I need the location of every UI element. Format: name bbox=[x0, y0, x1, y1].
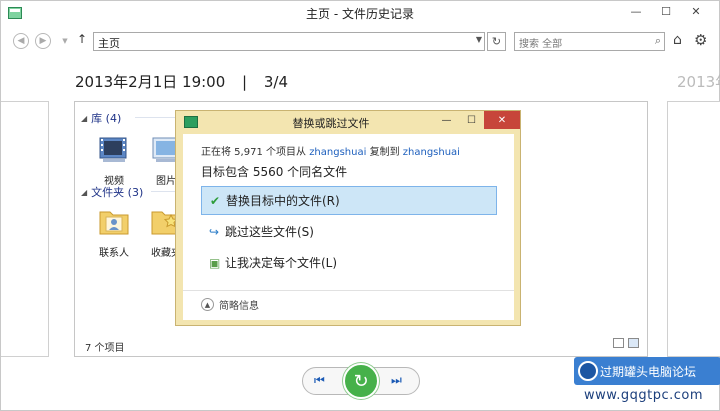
previous-snapshot-panel[interactable] bbox=[1, 101, 49, 357]
option-replace-files[interactable]: ✔ 替换目标中的文件(R) bbox=[201, 186, 497, 215]
snapshot-date-header: 2013年2月1日 19:00 | 3/4 bbox=[75, 71, 288, 92]
home-icon[interactable]: ⌂ bbox=[673, 32, 682, 48]
file-history-window: 主页 - 文件历史记录 — ☐ ✕ ◀ ▶ ▼ ↑ 主页 ▼ ↻ 搜索 全部 ⌕… bbox=[0, 0, 720, 411]
window-title: 主页 - 文件历史记录 bbox=[306, 7, 414, 21]
check-icon: ✔ bbox=[210, 193, 221, 208]
restore-button[interactable]: ↻ bbox=[343, 363, 379, 399]
watermark-banner: 过期罐头电脑论坛 bbox=[574, 357, 720, 385]
close-button[interactable]: ✕ bbox=[681, 1, 711, 21]
details-label: 简略信息 bbox=[219, 301, 259, 312]
folder-group-header[interactable]: ◢ 文件夹 (3) bbox=[81, 184, 143, 200]
toolbar: ◀ ▶ ▼ ↑ 主页 ▼ ↻ 搜索 全部 ⌕ ⌂ ⚙ bbox=[1, 29, 719, 53]
library-group-header[interactable]: ◢ 库 (4) bbox=[81, 110, 121, 126]
window-controls: — ☐ ✕ bbox=[621, 1, 711, 21]
chevron-down-icon: ◢ bbox=[81, 113, 88, 123]
group-divider bbox=[151, 191, 175, 192]
forward-button[interactable]: ▶ bbox=[35, 33, 51, 49]
up-button[interactable]: ↑ bbox=[77, 32, 87, 46]
dialog-close-button[interactable]: ✕ bbox=[484, 111, 520, 129]
item-label: 联系人 bbox=[99, 248, 129, 259]
chevron-up-icon: ▲ bbox=[201, 298, 214, 311]
chevron-down-icon[interactable]: ▼ bbox=[476, 35, 482, 44]
dialog-minimize-button[interactable]: — bbox=[434, 111, 459, 129]
large-icons-view-icon[interactable] bbox=[628, 338, 639, 348]
next-snapshot-panel[interactable] bbox=[667, 101, 720, 357]
item-count-status: 7 个项目 bbox=[85, 343, 125, 354]
watermark-site-name: 过期罐头电脑论坛 bbox=[600, 364, 697, 379]
restore-icon: ↻ bbox=[353, 370, 369, 392]
back-button[interactable]: ◀ bbox=[13, 33, 29, 49]
snapshot-date: 2013年2月1日 19:00 bbox=[75, 73, 226, 91]
skip-icon: ↪ bbox=[209, 224, 220, 239]
recent-locations-button[interactable]: ▼ bbox=[57, 33, 73, 49]
chevron-down-icon: ▼ bbox=[62, 37, 68, 45]
address-text: 主页 bbox=[98, 37, 120, 50]
refresh-button[interactable]: ↻ bbox=[487, 32, 506, 51]
next-version-button[interactable]: ⏭ bbox=[391, 373, 402, 388]
site-logo-icon bbox=[578, 361, 598, 381]
folder-item-contacts[interactable]: 联系人 bbox=[91, 204, 137, 259]
option-label: 跳过这些文件(S) bbox=[225, 225, 314, 239]
watermark-url: www.gqgtpc.com bbox=[584, 388, 703, 403]
video-library-icon bbox=[99, 137, 127, 162]
option-label: 替换目标中的文件(R) bbox=[226, 194, 340, 208]
replace-or-skip-dialog: 替换或跳过文件 — ☐ ✕ 正在将 5,971 个项目从 zhangshuai … bbox=[175, 110, 521, 326]
duplicate-count-text: 目标包含 5560 个同名文件 bbox=[201, 165, 348, 179]
copy-prefix: 正在将 5,971 个项目从 bbox=[201, 147, 306, 158]
previous-version-button[interactable]: ⏮ bbox=[314, 373, 325, 388]
decide-icon: ▣ bbox=[209, 255, 221, 270]
library-item-videos[interactable]: 视频 bbox=[91, 132, 137, 187]
view-toggle-group bbox=[613, 338, 639, 348]
dialog-maximize-button[interactable]: ☐ bbox=[459, 111, 484, 129]
header-separator: | bbox=[242, 73, 248, 91]
group-divider bbox=[135, 117, 175, 118]
address-bar[interactable]: 主页 ▼ bbox=[93, 32, 485, 51]
details-view-icon[interactable] bbox=[613, 338, 624, 348]
snapshot-page-indicator: 3/4 bbox=[263, 73, 289, 91]
contacts-folder-icon bbox=[99, 211, 129, 235]
dialog-body: 正在将 5,971 个项目从 zhangshuai 复制到 zhangshuai… bbox=[183, 134, 514, 320]
forward-arrow-icon: ▶ bbox=[39, 36, 47, 46]
skip-previous-icon: ⏮ bbox=[314, 373, 325, 387]
next-snapshot-date: 2013年 bbox=[677, 73, 720, 91]
copy-mid: 复制到 bbox=[369, 147, 400, 158]
gear-icon[interactable]: ⚙ bbox=[694, 31, 707, 49]
option-skip-files[interactable]: ↪ 跳过这些文件(S) bbox=[201, 217, 497, 246]
option-label: 让我决定每个文件(L) bbox=[225, 256, 338, 270]
minimize-button[interactable]: — bbox=[621, 1, 651, 21]
up-arrow-icon: ↑ bbox=[77, 32, 88, 46]
dialog-title-bar: 替换或跳过文件 — ☐ ✕ bbox=[176, 111, 520, 133]
option-decide-each[interactable]: ▣ 让我决定每个文件(L) bbox=[201, 248, 497, 277]
title-bar: 主页 - 文件历史记录 — ☐ ✕ bbox=[1, 1, 719, 25]
copy-progress-text: 正在将 5,971 个项目从 zhangshuai 复制到 zhangshuai bbox=[201, 143, 460, 158]
folder-group-label: 文件夹 (3) bbox=[91, 186, 144, 199]
fewer-details-toggle[interactable]: ▲ 简略信息 bbox=[201, 297, 259, 312]
dialog-window-controls: — ☐ ✕ bbox=[434, 111, 520, 129]
copy-source-link[interactable]: zhangshuai bbox=[309, 147, 366, 158]
dialog-divider bbox=[183, 290, 514, 291]
search-input[interactable]: 搜索 全部 ⌕ bbox=[514, 32, 665, 51]
chevron-down-icon: ◢ bbox=[81, 187, 88, 197]
library-group-label: 库 (4) bbox=[91, 112, 122, 125]
copy-target-link[interactable]: zhangshuai bbox=[403, 147, 460, 158]
site-watermark: 过期罐头电脑论坛 www.gqgtpc.com bbox=[574, 357, 720, 411]
refresh-icon: ↻ bbox=[491, 35, 502, 48]
maximize-button[interactable]: ☐ bbox=[651, 1, 681, 21]
search-placeholder: 搜索 全部 bbox=[519, 39, 563, 50]
back-arrow-icon: ◀ bbox=[17, 36, 25, 46]
skip-next-icon: ⏭ bbox=[391, 373, 402, 387]
search-icon: ⌕ bbox=[654, 34, 661, 47]
